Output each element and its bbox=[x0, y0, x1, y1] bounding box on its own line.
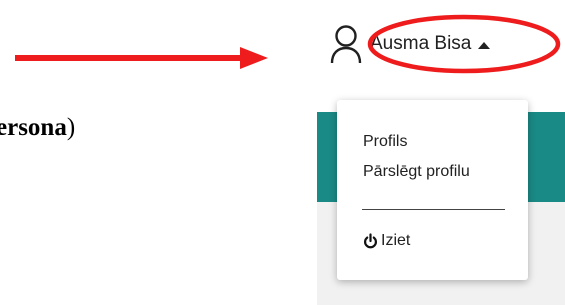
menu-divider bbox=[362, 209, 505, 210]
menu-item-logout[interactable]: Iziet bbox=[363, 232, 410, 250]
user-name-label: Ausma Bisa bbox=[370, 33, 472, 54]
menu-item-switch-profile[interactable]: Pārslēgt profilu bbox=[363, 163, 470, 181]
caret-up-icon bbox=[478, 41, 491, 49]
power-icon bbox=[364, 233, 377, 249]
user-icon bbox=[330, 25, 362, 64]
logout-label: Iziet bbox=[381, 232, 411, 249]
user-dropdown-menu: Profils Pārslēgt profilu Iziet bbox=[337, 100, 528, 280]
menu-item-profile[interactable]: Profils bbox=[363, 133, 407, 151]
user-menu-toggle[interactable]: Ausma Bisa bbox=[330, 22, 491, 66]
